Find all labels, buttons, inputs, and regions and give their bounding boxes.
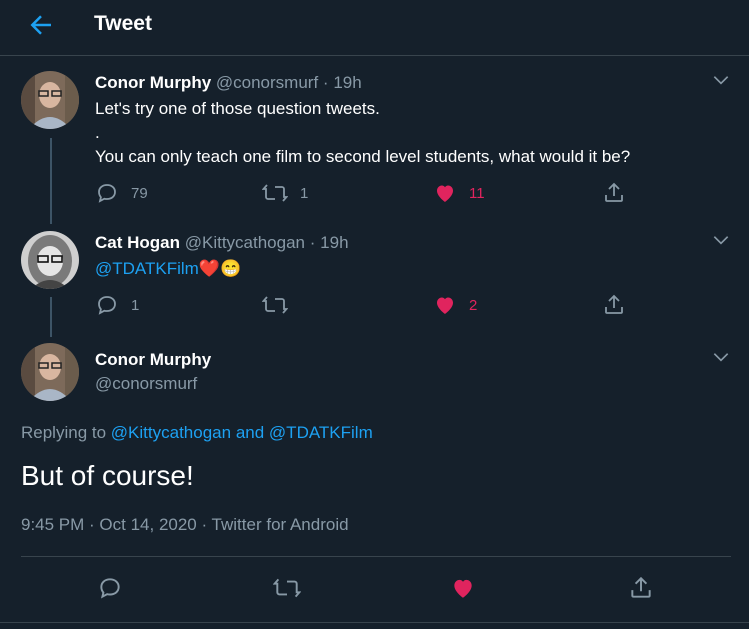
main-tweet-text: But of course! xyxy=(21,460,194,491)
tweet-text-line: You can only teach one film to second le… xyxy=(95,147,631,166)
author-name[interactable]: Conor Murphy xyxy=(95,350,211,370)
replying-prefix: Replying to xyxy=(21,423,107,442)
like-count: 2 xyxy=(469,296,478,314)
reply-action[interactable]: 79 xyxy=(95,181,148,205)
retweet-action[interactable]: 1 xyxy=(262,181,308,205)
author-handle[interactable]: @Kittycathogan xyxy=(185,233,305,252)
divider xyxy=(0,622,749,623)
emoji-text: ❤️😁 xyxy=(198,259,242,278)
avatar-cat[interactable] xyxy=(21,231,79,289)
retweet-count: 1 xyxy=(300,184,309,202)
chevron-down-icon[interactable] xyxy=(711,70,731,90)
reply-icon xyxy=(100,578,120,599)
share-action[interactable] xyxy=(628,576,654,600)
page-title: Tweet xyxy=(94,12,152,35)
chevron-down-icon[interactable] xyxy=(711,230,731,250)
reply-action[interactable]: 1 xyxy=(95,293,139,317)
share-action[interactable] xyxy=(602,181,626,205)
heart-icon xyxy=(437,185,453,202)
divider xyxy=(21,556,731,557)
retweet-icon xyxy=(273,578,301,598)
tweet-header: Cat Hogan @Kittycathogan · 19h xyxy=(95,233,349,253)
retweet-icon xyxy=(262,184,288,202)
replying-and: and xyxy=(235,423,265,442)
heart-icon xyxy=(454,579,472,598)
reply-count: 1 xyxy=(131,296,140,314)
tweet-time[interactable]: 19h xyxy=(333,73,361,92)
thread-connector xyxy=(50,138,52,224)
reply-action[interactable] xyxy=(97,576,123,600)
retweet-action[interactable] xyxy=(273,576,301,600)
share-icon xyxy=(631,576,651,598)
tweet-timestamp[interactable]: 9:45 PM · Oct 14, 2020 · Twitter for And… xyxy=(21,515,349,535)
replying-user-link[interactable]: @Kittycathogan xyxy=(111,423,231,442)
mention-link[interactable]: @TDATKFilm xyxy=(95,259,199,278)
author-name[interactable]: Conor Murphy xyxy=(95,73,211,92)
tweet-text: @TDATKFilm❤️😁 xyxy=(95,257,241,281)
chevron-down-icon[interactable] xyxy=(711,347,731,367)
thread-connector xyxy=(50,297,52,337)
dot-separator: · xyxy=(309,233,316,252)
author-name[interactable]: Cat Hogan xyxy=(95,233,180,252)
tweet-time[interactable]: 19h xyxy=(320,233,348,252)
like-count: 11 xyxy=(469,184,485,202)
tweet-text-line: . xyxy=(95,123,100,142)
share-icon xyxy=(605,182,623,202)
like-action[interactable]: 11 xyxy=(433,181,485,205)
share-action[interactable] xyxy=(602,293,626,317)
replying-to: Replying to @Kittycathogan and @TDATKFil… xyxy=(21,423,373,443)
author-handle[interactable]: @conorsmurf xyxy=(216,73,318,92)
dot-separator: · xyxy=(322,73,329,92)
retweet-action[interactable] xyxy=(262,293,288,317)
like-action[interactable]: 2 xyxy=(433,293,477,317)
reply-count: 79 xyxy=(131,184,148,202)
avatar-conor[interactable] xyxy=(21,71,79,129)
author-handle[interactable]: @conorsmurf xyxy=(95,374,197,394)
heart-icon xyxy=(437,297,453,314)
back-arrow-icon[interactable] xyxy=(26,10,56,40)
retweet-icon xyxy=(262,296,288,314)
tweet-text-line: Let's try one of those question tweets. xyxy=(95,99,380,118)
avatar-conor[interactable] xyxy=(21,343,79,401)
share-icon xyxy=(605,294,623,314)
tweet-header: Conor Murphy @conorsmurf · 19h xyxy=(95,73,362,93)
header-bar: Tweet xyxy=(0,0,749,56)
like-action[interactable] xyxy=(450,576,476,600)
reply-icon xyxy=(98,184,116,203)
replying-user-link[interactable]: @TDATKFilm xyxy=(269,423,373,442)
reply-icon xyxy=(98,296,116,315)
